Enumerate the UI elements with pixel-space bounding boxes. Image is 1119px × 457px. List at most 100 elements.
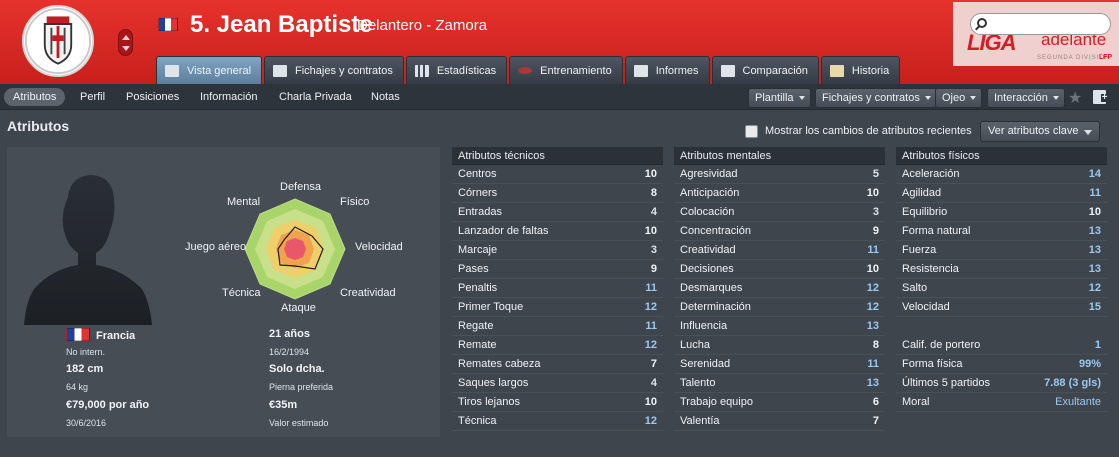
estimated-value-label: Valor estimado xyxy=(269,418,329,428)
player-overview-panel: Defensa Físico Velocidad Creatividad Ata… xyxy=(7,147,440,437)
sub-navigation: Atributos Perfil Posiciones Información … xyxy=(0,84,1119,110)
attribute-row[interactable]: Velocidad 15 xyxy=(896,298,1107,317)
attribute-row[interactable]: Córners 8 xyxy=(452,184,663,203)
attribute-row[interactable]: Creatividad 11 xyxy=(674,241,885,260)
attribute-row[interactable]: Concentración 9 xyxy=(674,222,885,241)
attribute-row[interactable]: Penaltis 11 xyxy=(452,279,663,298)
table-header: Atributos físicos xyxy=(896,147,1107,165)
attribute-row[interactable]: Serenidad 11 xyxy=(674,355,885,374)
technical-attributes-table: Atributos técnicos Centros 10 Córners 8 En… xyxy=(452,147,663,431)
mental-attributes-table: Atributos mentales Agresividad 5 Anticipa… xyxy=(674,147,885,431)
previous-arrow-icon[interactable] xyxy=(122,35,130,40)
compare-icon xyxy=(720,64,735,77)
next-arrow-icon[interactable] xyxy=(122,46,130,51)
attribute-row[interactable]: Aceleración 14 xyxy=(896,165,1107,184)
stat-row[interactable]: Moral Exultante xyxy=(896,393,1107,412)
radar-label-creatividad: Creatividad xyxy=(340,287,396,299)
subtab-notas[interactable]: Notas xyxy=(362,88,409,106)
attribute-row[interactable]: Desmarques 12 xyxy=(674,279,885,298)
attribute-row[interactable]: Valentía 7 xyxy=(674,412,885,431)
radar-label-velocidad: Velocidad xyxy=(355,241,403,253)
player-nav-arrows[interactable] xyxy=(118,29,133,56)
tab-entrenamiento[interactable]: Entrenamiento xyxy=(509,56,623,84)
subtab-atributos[interactable]: Atributos xyxy=(4,88,66,106)
history-icon xyxy=(829,64,844,77)
attribute-row[interactable]: Resistencia 13 xyxy=(896,260,1107,279)
key-attributes-button[interactable]: Ver atributos clave xyxy=(980,121,1100,142)
stat-row[interactable]: Calif. de portero 1 xyxy=(896,336,1107,355)
subtab-charla-privada[interactable]: Charla Privada xyxy=(270,88,361,106)
fichajes-dropdown[interactable]: Fichajes y contratos xyxy=(815,88,937,108)
attribute-row[interactable]: Talento 13 xyxy=(674,374,885,393)
table-header: Atributos técnicos xyxy=(452,147,663,165)
attribute-row[interactable]: Tiros lejanos 10 xyxy=(452,393,663,412)
tab-comparacion[interactable]: Comparación xyxy=(711,56,819,84)
player-silhouette-icon xyxy=(24,175,152,325)
plantilla-dropdown[interactable]: Plantilla xyxy=(748,88,811,108)
attribute-row[interactable]: Forma natural 13 xyxy=(896,222,1107,241)
radar-label-fisico: Físico xyxy=(340,196,370,208)
search-box[interactable] xyxy=(970,13,1111,35)
radar-label-juego-aereo: Juego aéreo xyxy=(185,241,247,253)
report-icon xyxy=(633,64,648,77)
attribute-row[interactable]: Remate 12 xyxy=(452,336,663,355)
player-header: 5. Jean Baptiste Delantero - Zamora LIGA… xyxy=(0,0,1119,84)
ojeo-dropdown[interactable]: Ojeo xyxy=(935,88,983,108)
search-input[interactable] xyxy=(993,17,1105,31)
contract-end: 30/6/2016 xyxy=(66,418,107,428)
france-flag-icon xyxy=(158,18,178,31)
tab-vista-general[interactable]: Vista general xyxy=(156,56,263,84)
radar-label-mental: Mental xyxy=(227,196,261,208)
interaccion-dropdown[interactable]: Interacción xyxy=(987,88,1065,108)
recent-changes-checkbox[interactable] xyxy=(745,125,758,138)
nationality[interactable]: Francia xyxy=(66,328,135,342)
attribute-row[interactable]: Fuerza 13 xyxy=(896,241,1107,260)
attribute-row[interactable]: Lucha 8 xyxy=(674,336,885,355)
height: 182 cm xyxy=(66,363,104,375)
radar-label-defensa: Defensa xyxy=(280,181,321,193)
table-header: Atributos mentales xyxy=(674,147,885,165)
attribute-row[interactable]: Trabajo equipo 6 xyxy=(674,393,885,412)
attribute-row[interactable]: Técnica 12 xyxy=(452,412,663,431)
subtab-perfil[interactable]: Perfil xyxy=(71,88,114,106)
attribute-row[interactable]: Agresividad 5 xyxy=(674,165,885,184)
attribute-row[interactable]: Decisiones 10 xyxy=(674,260,885,279)
page-title: Atributos xyxy=(7,118,70,134)
stats-icon xyxy=(414,64,429,77)
subtab-informacion[interactable]: Información xyxy=(191,88,266,106)
stat-row[interactable]: Forma física 99% xyxy=(896,355,1107,374)
radar-label-ataque: Ataque xyxy=(281,302,316,314)
attribute-row[interactable]: Remates cabeza 7 xyxy=(452,355,663,374)
stat-row[interactable]: Últimos 5 partidos 7.88 (3 gls) xyxy=(896,374,1107,393)
attribute-row[interactable]: Saques largos 4 xyxy=(452,374,663,393)
tab-estadisticas[interactable]: Estadísticas xyxy=(405,56,508,84)
attribute-row[interactable]: Primer Toque 12 xyxy=(452,298,663,317)
subtab-posiciones[interactable]: Posiciones xyxy=(117,88,188,106)
france-flag-icon xyxy=(66,328,90,341)
search-icon xyxy=(977,18,987,28)
attribute-row[interactable]: Entradas 4 xyxy=(452,203,663,222)
tab-informes[interactable]: Informes xyxy=(624,56,710,84)
preferred-foot-label: Pierna preferida xyxy=(269,382,334,392)
attribute-row[interactable]: Regate 11 xyxy=(452,317,663,336)
tab-historia[interactable]: Historia xyxy=(820,56,901,84)
add-note-icon[interactable] xyxy=(1093,90,1108,104)
attribute-row[interactable]: Agilidad 11 xyxy=(896,184,1107,203)
attribute-row[interactable]: Pases 9 xyxy=(452,260,663,279)
tab-fichajes-contratos[interactable]: Fichajes y contratos xyxy=(264,56,404,84)
attribute-row[interactable]: Marcaje 3 xyxy=(452,241,663,260)
star-icon[interactable]: ★ xyxy=(1068,88,1082,108)
contract-icon xyxy=(273,64,288,77)
attribute-row[interactable]: Centros 10 xyxy=(452,165,663,184)
attribute-row[interactable]: Salto 12 xyxy=(896,279,1107,298)
club-crest-icon[interactable] xyxy=(22,5,94,77)
attribute-row[interactable]: Influencia 13 xyxy=(674,317,885,336)
recent-changes-label[interactable]: Mostrar los cambios de atributos recient… xyxy=(765,125,972,137)
attribute-row[interactable]: Lanzador de faltas 10 xyxy=(452,222,663,241)
overview-icon xyxy=(165,64,179,77)
attribute-row[interactable]: Anticipación 10 xyxy=(674,184,885,203)
attribute-row[interactable]: Determinación 12 xyxy=(674,298,885,317)
attribute-row[interactable]: Equilibrio 10 xyxy=(896,203,1107,222)
attribute-row[interactable]: Colocación 3 xyxy=(674,203,885,222)
player-position-club[interactable]: Delantero - Zamora xyxy=(357,17,487,34)
